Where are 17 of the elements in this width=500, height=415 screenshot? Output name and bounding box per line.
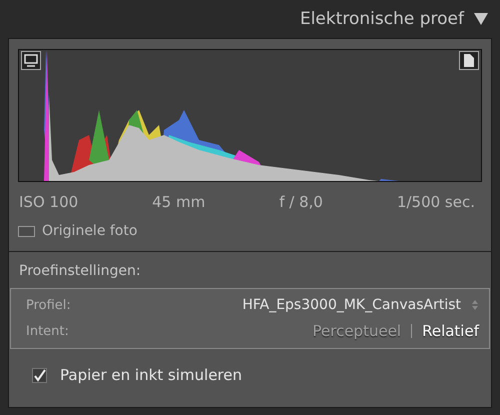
exif-value: f / 8,0 [279,193,323,211]
field-label: Intent: [26,324,70,338]
checkbox-label[interactable]: Papier en inkt simuleren [60,366,242,384]
collapse-triangle-icon[interactable] [474,13,488,25]
monitor-icon[interactable] [21,51,41,70]
checkbox[interactable] [18,226,35,236]
intent-option[interactable]: Relatief [422,322,479,340]
exif-value: 45 mm [152,193,206,211]
document-icon[interactable] [459,51,479,70]
exif-value: 1/500 sec. [396,193,475,211]
profile-value[interactable]: HFA_Eps3000_MK_CanvasArtist [242,297,461,313]
panel-title[interactable]: Elektronische proef [300,9,464,29]
section-heading: Proefinstellingen: [18,262,142,281]
exif-value: ISO 100 [19,193,78,211]
field-label: Profiel: [26,298,71,312]
checkbox[interactable] [32,368,47,382]
checkbox-label[interactable]: Originele foto [42,223,138,239]
